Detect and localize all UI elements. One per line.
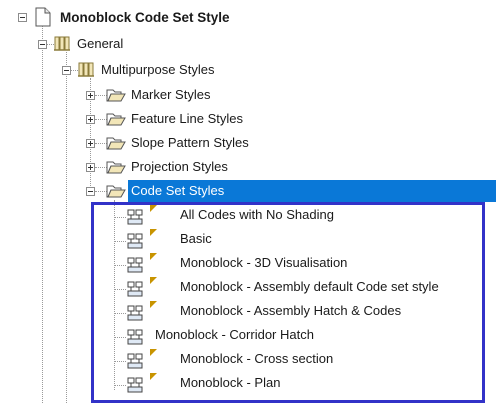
tree-item-marker-styles[interactable]: Marker Styles <box>131 86 210 104</box>
tree-item-code-set-style[interactable]: Monoblock - Plan <box>180 374 280 392</box>
tree-item-code-set-style[interactable]: All Codes with No Shading <box>180 206 334 224</box>
code-set-style-icon <box>127 209 143 225</box>
tree-item-code-set-style[interactable]: Monoblock - Assembly default Code set st… <box>180 278 439 296</box>
code-set-style-icon <box>127 233 143 249</box>
collapse-general-toggle[interactable] <box>38 40 47 49</box>
styles-group-icon <box>78 62 94 77</box>
flag-icon <box>150 277 157 284</box>
tree-line <box>114 361 126 362</box>
code-set-style-icon <box>127 353 143 369</box>
styles-group-icon <box>54 36 70 51</box>
tree-line <box>66 52 67 403</box>
tree-item-code-set-style[interactable]: Monoblock - Assembly Hatch & Codes <box>180 302 401 320</box>
tree-line <box>114 337 126 338</box>
expand-projection-styles-toggle[interactable] <box>86 163 95 172</box>
collapse-root-toggle[interactable] <box>18 13 27 22</box>
folder-open-icon <box>106 185 126 198</box>
tree-line <box>114 217 126 218</box>
tree-item-feature-line-styles[interactable]: Feature Line Styles <box>131 110 243 128</box>
tree-root-label[interactable]: Monoblock Code Set Style <box>60 9 230 27</box>
code-set-style-icon <box>127 257 143 273</box>
tree-item-code-set-styles[interactable]: Code Set Styles <box>131 182 224 200</box>
flag-icon <box>150 301 157 308</box>
folder-open-icon <box>106 161 126 174</box>
tree-item-code-set-style[interactable]: Monoblock - Cross section <box>180 350 333 368</box>
tree-line <box>114 385 126 386</box>
tree-item-projection-styles[interactable]: Projection Styles <box>131 158 228 176</box>
tree-item-code-set-style[interactable]: Basic <box>180 230 212 248</box>
tree-line <box>114 265 126 266</box>
tree-line <box>114 289 126 290</box>
code-set-style-icon <box>127 305 143 321</box>
folder-open-icon <box>106 89 126 102</box>
flag-icon <box>150 229 157 236</box>
folder-open-icon <box>106 113 126 126</box>
code-set-style-icon <box>127 377 143 393</box>
expand-feature-line-styles-toggle[interactable] <box>86 115 95 124</box>
collapse-multipurpose-toggle[interactable] <box>62 66 71 75</box>
expand-marker-styles-toggle[interactable] <box>86 91 95 100</box>
flag-icon <box>150 253 157 260</box>
flag-icon <box>150 349 157 356</box>
code-set-style-icon <box>127 329 143 345</box>
flag-icon <box>150 205 157 212</box>
tree-line <box>114 313 126 314</box>
tree-item-code-set-style[interactable]: Monoblock - 3D Visualisation <box>180 254 347 272</box>
document-icon <box>35 7 51 27</box>
tree-line <box>114 241 126 242</box>
tree-item-general[interactable]: General <box>77 35 123 53</box>
flag-icon <box>150 373 157 380</box>
expand-slope-pattern-styles-toggle[interactable] <box>86 139 95 148</box>
tree-item-slope-pattern-styles[interactable]: Slope Pattern Styles <box>131 134 249 152</box>
tree-line <box>42 26 43 403</box>
collapse-code-set-styles-toggle[interactable] <box>86 187 95 196</box>
code-set-style-icon <box>127 281 143 297</box>
folder-open-icon <box>106 137 126 150</box>
tree-item-code-set-style[interactable]: Monoblock - Corridor Hatch <box>155 326 314 344</box>
tree-item-multipurpose-styles[interactable]: Multipurpose Styles <box>101 61 214 79</box>
